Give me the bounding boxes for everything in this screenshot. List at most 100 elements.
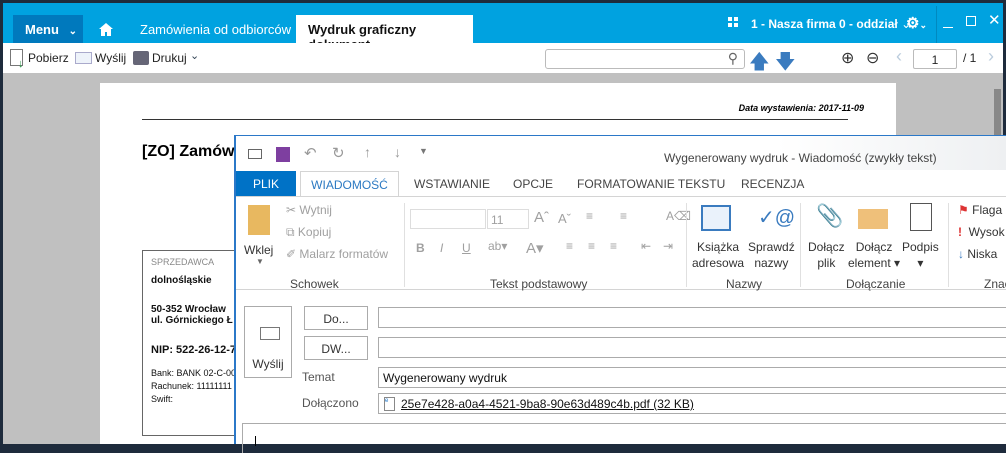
tab-formatowanie[interactable]: FORMATOWANIE TEKSTU <box>577 171 725 196</box>
toolbar: ↓ Pobierz Wyślij Drukuj ⌄ ⚲ 🡅 🡇 ⊕ ⊖ ‹ 1 … <box>3 43 1003 73</box>
underline-button[interactable]: U <box>462 241 471 255</box>
numbering-icon[interactable]: ≡ <box>620 209 627 223</box>
title-bar: ↶ ↻ ↑ ↓ ▼ Wygenerowany wydruk - Wiadomoś… <box>236 136 1006 170</box>
document-title: [ZO] Zamów <box>142 143 235 160</box>
tab-recenzja[interactable]: RECENZJA <box>741 171 804 196</box>
arrow-up-icon[interactable]: 🡅 <box>749 47 770 81</box>
tab-plik[interactable]: PLIK <box>236 171 296 196</box>
gear-icon[interactable]: ⚙⌄ <box>906 14 927 32</box>
label: plik <box>817 256 836 270</box>
low-importance-button[interactable]: ↓ Niska <box>958 247 997 261</box>
copy-button[interactable]: ⧉ Kopiuj <box>286 225 331 240</box>
paste-button[interactable]: Wklej <box>244 243 273 257</box>
italic-button[interactable]: I <box>440 241 443 255</box>
arrow-up-icon[interactable]: ↑ <box>364 144 371 160</box>
increase-indent-icon[interactable]: ⇥ <box>663 239 673 253</box>
chevron-down-icon: ⌄ <box>68 26 77 37</box>
signature-button[interactable]: Podpis ▾ <box>902 239 939 271</box>
align-left-icon[interactable]: ≡ <box>566 239 573 253</box>
menu-button[interactable]: Menu ⌄ <box>13 15 83 43</box>
attachment-link[interactable]: 25e7e428-a0a4-4521-9ba8-90e63d489c4b.pdf… <box>401 397 694 411</box>
shrink-font-icon[interactable]: Aˇ <box>558 211 571 226</box>
arrow-down-icon[interactable]: ↓ <box>394 144 401 160</box>
grow-font-icon[interactable]: Aˆ <box>534 209 549 226</box>
signature-icon <box>910 203 932 231</box>
send-button[interactable]: Wyślij <box>244 306 292 378</box>
label: Książka <box>697 240 740 254</box>
tab-opcje[interactable]: OPCJE <box>513 171 553 196</box>
to-input[interactable] <box>378 307 1006 328</box>
top-bar: Menu ⌄ Zamówienia od odbiorców Wydruk gr… <box>3 3 1003 52</box>
font-size-select[interactable]: 11 <box>487 209 529 229</box>
print-button[interactable]: Drukuj <box>152 51 187 65</box>
tab-zamowienia[interactable]: Zamówienia od odbiorców <box>140 15 291 43</box>
tab-wiadomosc[interactable]: WIADOMOŚĆ <box>300 171 399 196</box>
send-button[interactable]: Wyślij <box>95 51 126 65</box>
message-body[interactable] <box>242 423 1006 453</box>
flag-icon: ⚑ <box>958 203 969 217</box>
decrease-indent-icon[interactable]: ⇤ <box>641 239 651 253</box>
maximize-button[interactable] <box>966 16 976 26</box>
align-right-icon[interactable]: ≡ <box>610 239 617 253</box>
chevron-down-icon[interactable]: ▼ <box>256 257 264 266</box>
zoom-in-icon[interactable]: ⊕ <box>841 48 854 68</box>
font-color-icon[interactable]: A▾ <box>526 239 544 257</box>
minimize-button[interactable] <box>943 27 953 28</box>
attached-label: Dołączono <box>302 396 359 410</box>
paste-icon <box>248 205 270 235</box>
group-label-tags: Znac <box>984 277 1006 291</box>
font-name-select[interactable] <box>410 209 486 229</box>
check-names-icon: ✓@ <box>758 207 796 229</box>
clear-format-icon[interactable]: A⌫ <box>666 209 691 223</box>
next-page-icon[interactable]: › <box>988 46 994 67</box>
tab-wydruk[interactable]: Wydruk graficzny dokument <box>296 15 473 52</box>
group-label-attach: Dołączanie <box>846 277 906 291</box>
exclamation-icon: ! <box>958 225 962 239</box>
flag-button[interactable]: ⚑ Flaga <box>958 203 1002 217</box>
tab-wstawianie[interactable]: WSTAWIANIE <box>414 171 490 196</box>
prev-page-icon[interactable]: ‹ <box>896 46 902 67</box>
copy-label: Kopiuj <box>297 225 332 239</box>
divider <box>948 203 949 287</box>
high-importance-button[interactable]: ! Wysok <box>958 225 1005 239</box>
scissors-icon: ✂ <box>286 203 297 217</box>
page-input[interactable]: 1 <box>913 49 957 69</box>
undo-icon[interactable]: ↶ <box>304 144 317 162</box>
redo-icon[interactable]: ↻ <box>332 144 345 162</box>
cc-input[interactable] <box>378 337 1006 358</box>
chevron-down-icon[interactable]: ⌄ <box>190 49 199 62</box>
window-title: Wygenerowany wydruk - Wiadomość (zwykły … <box>664 151 937 165</box>
customize-icon[interactable]: ▼ <box>419 146 428 156</box>
attachment-field: e 25e7e428-a0a4-4521-9ba8-90e63d489c4b.p… <box>378 393 1006 414</box>
label: adresowa <box>692 256 745 270</box>
cc-button[interactable]: DW... <box>304 336 368 360</box>
subject-input[interactable]: Wygenerowany wydruk <box>378 367 1006 388</box>
highlight-icon[interactable]: ab▾ <box>488 239 507 253</box>
ribbon: Wklej ▼ ✂ Wytnij ⧉ Kopiuj ✐ Malarz forma… <box>236 196 1006 291</box>
cut-button[interactable]: ✂ Wytnij <box>286 203 332 217</box>
search-input[interactable]: ⚲ <box>545 49 745 69</box>
attach-item-button[interactable]: Dołącz element ▾ <box>848 239 900 271</box>
cut-label: Wytnij <box>299 203 332 217</box>
check-names-button[interactable]: Sprawdź nazwy <box>748 239 795 271</box>
page-total: / 1 <box>963 51 977 65</box>
zoom-out-icon[interactable]: ⊖ <box>866 48 879 68</box>
group-label-text: Tekst podstawowy <box>490 277 588 291</box>
bold-button[interactable]: B <box>416 241 425 255</box>
arrow-down-icon: ↓ <box>958 247 964 261</box>
apps-grid-icon[interactable] <box>728 17 739 28</box>
group-label-names: Nazwy <box>726 277 763 291</box>
align-center-icon[interactable]: ≡ <box>588 239 595 253</box>
download-button[interactable]: Pobierz <box>28 51 69 65</box>
format-painter-button[interactable]: ✐ Malarz formatów <box>286 247 388 261</box>
address-book-button[interactable]: Książka adresowa <box>692 239 744 271</box>
company-selector[interactable]: 1 - Nasza firma 0 - oddział ⌄ <box>751 17 911 31</box>
attach-file-button[interactable]: Dołącz plik <box>808 239 845 271</box>
close-button[interactable]: ✕ <box>988 11 1001 29</box>
search-icon[interactable]: ⚲ <box>728 50 738 67</box>
home-icon[interactable] <box>99 23 113 36</box>
bullets-icon[interactable]: ≡ <box>586 209 593 223</box>
to-button[interactable]: Do... <box>304 306 368 330</box>
arrow-down-icon[interactable]: 🡇 <box>775 47 796 81</box>
save-icon[interactable] <box>276 147 290 162</box>
